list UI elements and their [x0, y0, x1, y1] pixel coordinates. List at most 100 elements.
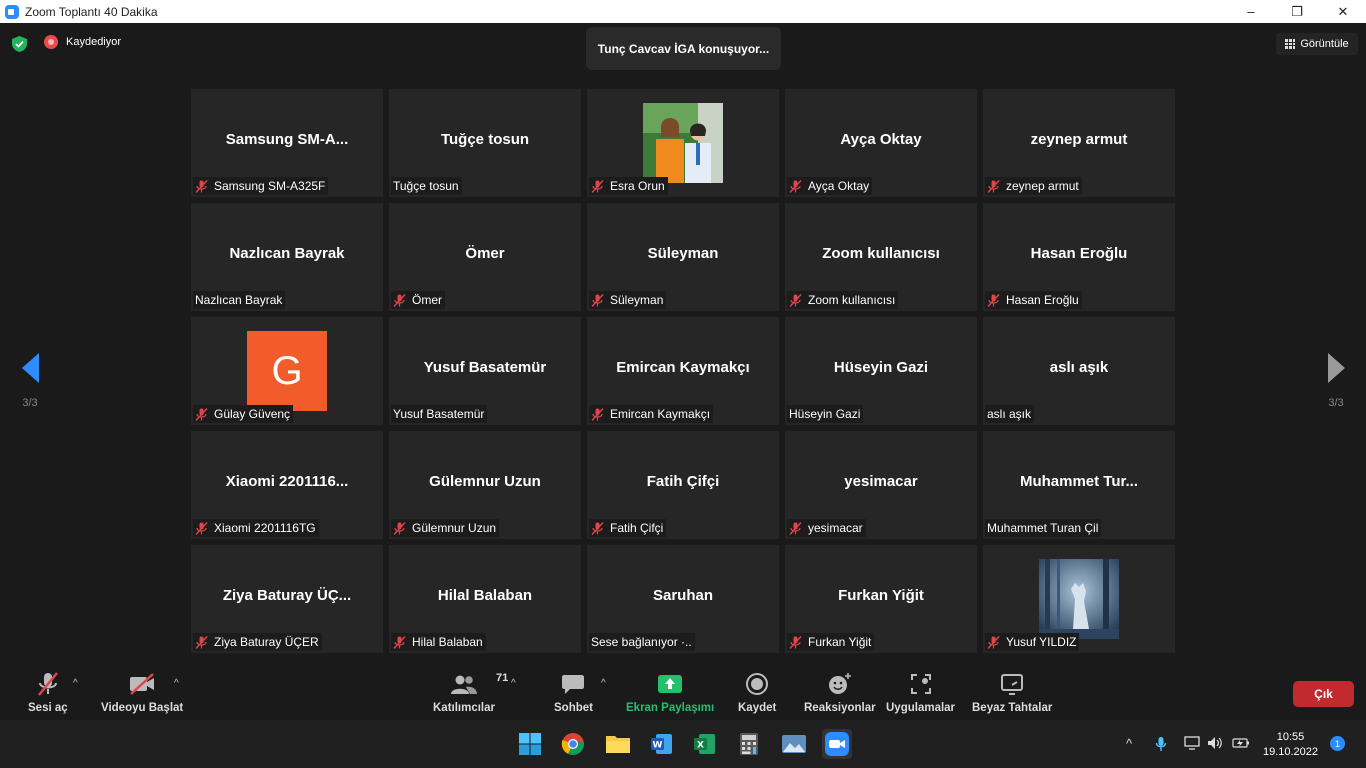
previous-page-button[interactable]: 3/3: [10, 353, 50, 409]
participant-photo: [1039, 559, 1119, 639]
calculator-icon[interactable]: [734, 729, 764, 759]
chat-bubble-icon: [561, 670, 585, 698]
participant-tile[interactable]: Süleyman Süleyman: [587, 203, 779, 311]
apps-button[interactable]: Uygulamalar: [886, 670, 955, 714]
participant-name-label: Gülemnur Uzun: [391, 519, 500, 537]
meeting-toolbar: Sesi aç ^ Videoyu Başlat ^ 71 Katılımcıl…: [0, 660, 1366, 720]
participant-tile[interactable]: zeynep armut zeynep armut: [983, 89, 1175, 197]
participant-tile[interactable]: Furkan Yiğit Furkan Yiğit: [785, 545, 977, 653]
participant-display-name: Samsung SM-A...: [225, 131, 349, 148]
participant-name: Nazlıcan Bayrak: [195, 293, 283, 307]
participant-tile[interactable]: Tuğçe tosun Tuğçe tosun: [389, 89, 581, 197]
chrome-icon[interactable]: [558, 729, 588, 759]
muted-mic-icon: [393, 521, 406, 535]
window-titlebar: Zoom Toplantı 40 Dakika – ❐ ✕: [0, 0, 1366, 23]
participant-display-name: Fatih Çifçi: [646, 473, 720, 490]
close-button[interactable]: ✕: [1320, 0, 1366, 23]
participant-gallery: Samsung SM-A... Samsung SM-A325F Tuğçe tos…: [191, 89, 1175, 653]
participant-tile[interactable]: aslı aşık aslı aşık: [983, 317, 1175, 425]
chat-options-caret[interactable]: ^: [601, 678, 606, 689]
muted-mic-icon: [987, 635, 1000, 649]
reactions-button[interactable]: Reaksiyonlar: [804, 670, 876, 714]
minimize-button[interactable]: –: [1228, 0, 1274, 23]
participant-name: Yusuf YILDIZ: [1006, 635, 1077, 649]
share-screen-button[interactable]: Ekran Paylaşımı: [626, 670, 714, 714]
participants-button[interactable]: 71 Katılımcılar: [433, 670, 508, 714]
arrow-left-icon: [21, 353, 39, 383]
participant-name-label: Zoom kullanıcısı: [787, 291, 899, 309]
participant-tile[interactable]: Hüseyin Gazi Hüseyin Gazi: [785, 317, 977, 425]
battery-charging-icon[interactable]: [1232, 737, 1250, 749]
volume-icon[interactable]: [1207, 736, 1223, 750]
network-icon[interactable]: [1184, 736, 1200, 750]
view-button-label: Görüntüle: [1300, 38, 1349, 50]
photos-icon[interactable]: [779, 729, 809, 759]
notification-badge[interactable]: 1: [1330, 736, 1345, 751]
word-icon[interactable]: W: [647, 729, 677, 759]
participant-tile[interactable]: G Gülay Güvenç: [191, 317, 383, 425]
whiteboard-button[interactable]: Beyaz Tahtalar: [972, 670, 1052, 714]
record-dot-icon: [44, 35, 58, 49]
zoom-taskbar-icon[interactable]: [822, 729, 852, 759]
leave-meeting-button[interactable]: Çık: [1293, 681, 1354, 707]
participant-tile[interactable]: Esra Orun: [587, 89, 779, 197]
participant-display-name: yesimacar: [844, 473, 918, 490]
participant-tile[interactable]: Nazlıcan Bayrak Nazlıcan Bayrak: [191, 203, 383, 311]
participant-tile[interactable]: Fatih Çifçi Fatih Çifçi: [587, 431, 779, 539]
start-video-button[interactable]: Videoyu Başlat: [101, 670, 183, 714]
participant-tile[interactable]: Xiaomi 2201116... Xiaomi 2201116TG: [191, 431, 383, 539]
participant-tile[interactable]: Gülemnur Uzun Gülemnur Uzun: [389, 431, 581, 539]
audio-options-caret[interactable]: ^: [73, 678, 78, 689]
participant-tile[interactable]: Yusuf YILDIZ: [983, 545, 1175, 653]
meeting-area: Kaydediyor Tunç Cavcav İGA konuşuyor... …: [0, 23, 1366, 660]
participant-display-name: Emircan Kaymakçı: [616, 359, 750, 376]
participant-tile[interactable]: Zoom kullanıcısı Zoom kullanıcısı: [785, 203, 977, 311]
video-options-caret[interactable]: ^: [174, 678, 179, 689]
shield-check-icon[interactable]: [12, 36, 27, 52]
participant-name: Esra Orun: [610, 179, 665, 193]
next-page-button[interactable]: 3/3: [1316, 353, 1356, 409]
file-explorer-icon[interactable]: [603, 729, 633, 759]
participant-name: Muhammet Turan Çil: [987, 521, 1099, 535]
participant-name-label: Muhammet Turan Çil: [985, 519, 1102, 537]
participant-tile[interactable]: yesimacar yesimacar: [785, 431, 977, 539]
windows-start-icon[interactable]: [515, 729, 545, 759]
participant-name-label: aslı aşık: [985, 405, 1035, 423]
video-off-icon: [128, 670, 156, 698]
participant-tile[interactable]: Yusuf Basatemür Yusuf Basatemür: [389, 317, 581, 425]
participant-name-label: yesimacar: [787, 519, 866, 537]
tray-overflow-caret[interactable]: ^: [1126, 736, 1132, 751]
participant-name-label: Esra Orun: [589, 177, 668, 195]
participant-tile[interactable]: Ziya Baturay ÜÇ... Ziya Baturay ÜÇER: [191, 545, 383, 653]
microphone-tray-icon[interactable]: [1155, 736, 1167, 752]
chat-button[interactable]: Sohbet: [554, 670, 593, 714]
participant-tile[interactable]: Hilal Balaban Hilal Balaban: [389, 545, 581, 653]
excel-icon[interactable]: X: [690, 729, 720, 759]
recording-indicator[interactable]: Kaydediyor: [44, 35, 121, 49]
muted-mic-icon: [789, 635, 802, 649]
whiteboard-label: Beyaz Tahtalar: [972, 702, 1053, 714]
participants-options-caret[interactable]: ^: [511, 678, 516, 689]
participant-display-name: zeynep armut: [1030, 131, 1128, 148]
participant-name: yesimacar: [808, 521, 863, 535]
participant-name: Ayça Oktay: [808, 179, 870, 193]
maximize-button[interactable]: ❐: [1274, 0, 1320, 23]
participant-tile[interactable]: Muhammet Tur... Muhammet Turan Çil: [983, 431, 1175, 539]
participant-name: Ziya Baturay ÜÇER: [214, 635, 319, 649]
participant-name: Ömer: [412, 293, 442, 307]
view-button[interactable]: Görüntüle: [1276, 33, 1358, 55]
unmute-button[interactable]: Sesi aç: [28, 670, 68, 714]
participant-tile[interactable]: Ayça Oktay Ayça Oktay: [785, 89, 977, 197]
participant-tile[interactable]: Hasan Eroğlu Hasan Eroğlu: [983, 203, 1175, 311]
muted-mic-icon: [591, 179, 604, 193]
system-clock[interactable]: 10:55 19.10.2022: [1258, 730, 1323, 760]
reactions-label: Reaksiyonlar: [804, 702, 876, 714]
participant-tile[interactable]: Ömer Ömer: [389, 203, 581, 311]
participant-tile[interactable]: Emircan Kaymakçı Emircan Kaymakçı: [587, 317, 779, 425]
record-button[interactable]: Kaydet: [738, 670, 776, 714]
muted-mic-icon: [591, 521, 604, 535]
participant-tile[interactable]: Saruhan Sese bağlanıyor ·..: [587, 545, 779, 653]
participant-tile[interactable]: Samsung SM-A... Samsung SM-A325F: [191, 89, 383, 197]
participant-name-label: Yusuf YILDIZ: [985, 633, 1080, 651]
muted-mic-icon: [195, 179, 208, 193]
